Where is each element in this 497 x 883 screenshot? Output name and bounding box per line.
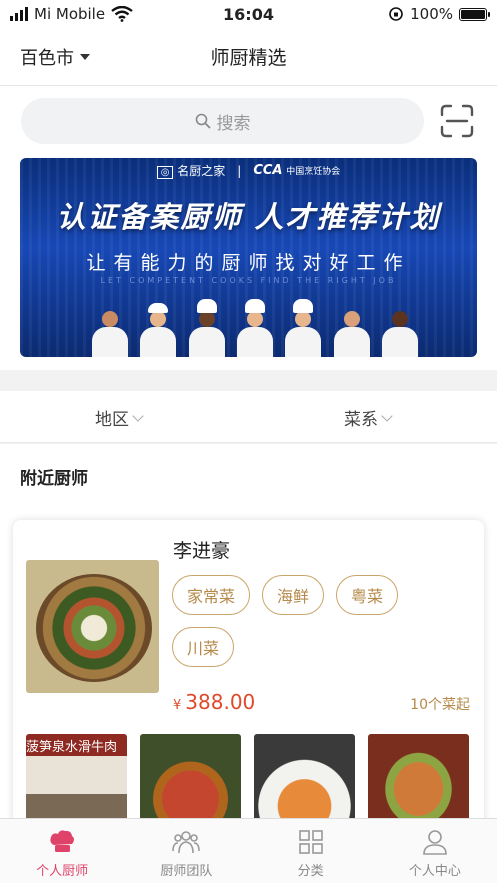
banner-logos: ◎ 名厨之家 | CCA 中国烹饪协会 <box>20 162 477 179</box>
association-name: 中国烹饪协会 <box>286 167 341 177</box>
page-title: 师厨精选 <box>210 47 287 69</box>
association-logo: CCA 中国烹饪协会 <box>253 163 340 178</box>
chef-figure <box>187 299 227 357</box>
battery-icon <box>459 7 490 21</box>
tab-category[interactable]: 分类 <box>249 819 373 883</box>
price: ¥ 388.00 <box>173 690 255 714</box>
tab-label: 分类 <box>297 864 324 879</box>
section-title: 附近厨师 <box>20 469 88 489</box>
cuisine-filter-label: 菜系 <box>344 410 378 430</box>
dish-thumbnail[interactable] <box>254 734 355 818</box>
chef-name: 李进豪 <box>173 540 231 562</box>
scan-icon[interactable] <box>440 104 474 138</box>
cuisine-tag: 粤菜 <box>336 575 399 615</box>
brand-logo: ◎ 名厨之家 <box>156 162 226 179</box>
chef-dish-photo <box>26 560 159 693</box>
chef-figure <box>235 299 275 357</box>
region-filter[interactable]: 地区 <box>95 405 144 430</box>
brand-logo-text: 名厨之家 <box>177 164 226 178</box>
region-filter-label: 地区 <box>95 410 129 430</box>
team-icon <box>172 831 201 854</box>
header-bar: 百色市 师厨精选 <box>0 30 497 86</box>
chef-figure <box>380 299 420 357</box>
chef-card[interactable]: 李进豪 家常菜 海鲜 粤菜 川菜 ¥ 388.00 10个菜起 菠笋泉水滑牛肉 <box>13 520 484 818</box>
dish-label: 菠笋泉水滑牛肉 <box>26 740 118 755</box>
banner-subline: 让有能力的厨师找对好工作 <box>86 252 411 274</box>
dish-thumbnail[interactable] <box>140 734 241 818</box>
grid-icon <box>298 830 323 854</box>
cuisine-tags: 家常菜 海鲜 粤菜 川菜 <box>172 575 432 667</box>
currency-symbol: ¥ <box>173 698 182 713</box>
chef-list: 附近厨师 李进豪 家常菜 海鲜 粤菜 川菜 ¥ 388.00 10个菜起 菠笋泉… <box>0 444 497 818</box>
orientation-lock-icon <box>389 7 403 21</box>
chef-figure <box>138 299 178 357</box>
minimum-order: 10个菜起 <box>410 697 470 713</box>
chevron-down-icon <box>381 409 393 422</box>
tab-label: 个人厨师 <box>36 864 89 879</box>
user-icon <box>423 830 447 855</box>
dish-thumbnail[interactable] <box>368 734 469 818</box>
chef-figure <box>332 299 372 357</box>
chef-figure <box>283 299 323 357</box>
price-value: 388.00 <box>185 690 256 714</box>
status-bar: Mi Mobile 16:04 100% <box>0 0 497 30</box>
cuisine-tag: 家常菜 <box>172 575 251 615</box>
tab-personal-chef[interactable]: 个人厨师 <box>0 819 124 883</box>
dish-thumbnail[interactable]: 菠笋泉水滑牛肉 <box>26 734 127 818</box>
association-mark: CCA <box>253 163 283 178</box>
chef-illustrations <box>90 297 420 357</box>
logo-divider: | <box>237 163 242 178</box>
battery-percent: 100% <box>410 5 453 23</box>
search-input[interactable]: 搜索 <box>21 98 424 144</box>
cuisine-filter[interactable]: 菜系 <box>344 405 393 430</box>
cuisine-tag: 海鲜 <box>262 575 325 615</box>
tab-label: 个人中心 <box>408 864 461 879</box>
banner-headline: 认证备案厨师 人才推荐计划 <box>56 200 441 234</box>
banner-section: ◎ 名厨之家 | CCA 中国烹饪协会 认证备案厨师 人才推荐计划 让有能力的厨… <box>0 158 497 370</box>
tab-bar: 个人厨师 厨师团队 分类 个人中心 <box>0 818 497 883</box>
chevron-down-icon <box>132 409 144 422</box>
tab-chef-team[interactable]: 厨师团队 <box>124 819 248 883</box>
search-placeholder: 搜索 <box>216 113 251 134</box>
tab-label: 厨师团队 <box>160 864 213 879</box>
search-area: 搜索 <box>0 86 497 158</box>
promo-banner[interactable]: ◎ 名厨之家 | CCA 中国烹饪协会 认证备案厨师 人才推荐计划 让有能力的厨… <box>20 158 477 357</box>
chef-figure <box>90 299 130 357</box>
cuisine-tag: 川菜 <box>172 627 235 667</box>
search-icon <box>195 113 210 129</box>
banner-subline-en: LET COMPETENT COOKS FIND THE RIGHT JOB <box>100 276 397 285</box>
filter-bar: 地区 菜系 <box>0 391 497 443</box>
chef-hat-icon <box>50 830 75 852</box>
tab-profile[interactable]: 个人中心 <box>373 819 497 883</box>
